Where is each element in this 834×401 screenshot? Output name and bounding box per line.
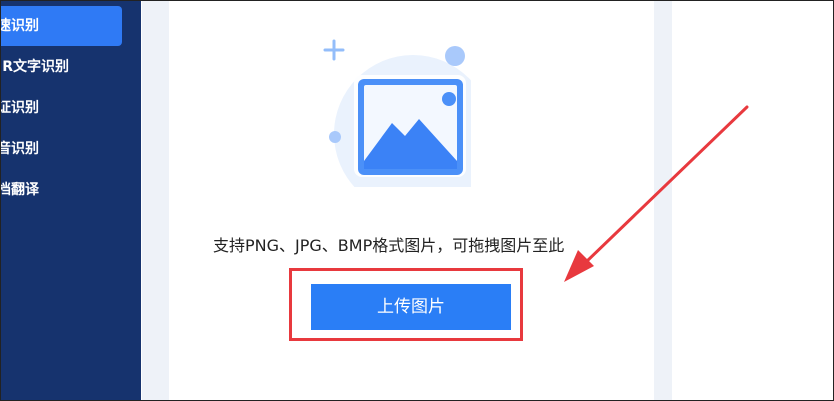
floating-dot-small [329,131,341,143]
sidebar-item-id-recognition[interactable]: 证识别 [1,88,122,128]
upload-hint: 支持PNG、JPG、BMP格式图片，可拖拽图片至此 [213,236,565,255]
sidebar-item-label: 档翻译 [1,182,39,198]
image-placeholder-icon [323,39,471,187]
right-panel [672,1,833,400]
floating-dot-large [445,46,465,66]
app-window: 速识别 R文字识别 证识别 音识别 档翻译 支持PNG、JPG、BMP格式图片，… [0,0,834,401]
sidebar-item-label: 证识别 [1,100,39,116]
sidebar-item-fast-recognition[interactable]: 速识别 [1,6,122,46]
upload-image-button[interactable]: 上传图片 [311,284,511,330]
sidebar-item-label: R文字识别 [2,59,69,75]
plus-sparkle-icon [323,39,345,61]
sidebar: 速识别 R文字识别 证识别 音识别 档翻译 [1,1,141,400]
sidebar-item-document-translation[interactable]: 档翻译 [1,170,122,210]
sidebar-item-ocr-text-recognition[interactable]: R文字识别 [1,47,122,87]
sidebar-item-label: 音识别 [1,141,39,157]
sun-dot [442,92,456,106]
sidebar-item-voice-recognition[interactable]: 音识别 [1,129,122,169]
sidebar-item-label: 速识别 [1,18,39,34]
